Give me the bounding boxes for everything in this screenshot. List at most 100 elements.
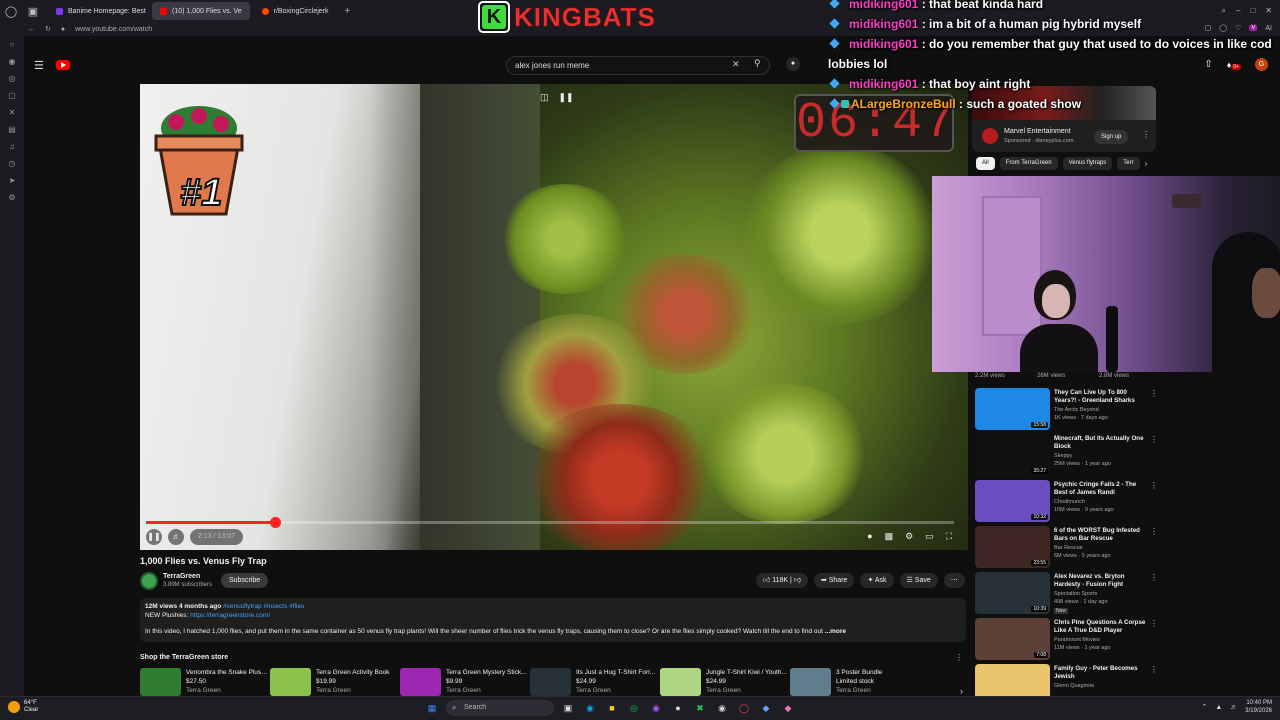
subscribe-button[interactable]: Subscribe (221, 573, 269, 588)
edge-icon[interactable]: ◉ (582, 700, 598, 716)
menu-icon[interactable]: ☰ (34, 59, 44, 72)
taskbar-search[interactable]: Search (446, 700, 554, 716)
fullscreen-icon[interactable]: ⛶ (946, 531, 952, 542)
rec-thumbnail[interactable]: 7:08 (975, 618, 1050, 660)
hashtags[interactable]: #venusflytrap #insects #flies (223, 603, 304, 610)
x-icon[interactable]: ✕ (9, 108, 16, 119)
back-icon[interactable]: ← (28, 26, 35, 33)
rec-thumbnail[interactable]: 15:58 (975, 388, 1050, 430)
channel-name[interactable]: TerraGreen (163, 573, 200, 580)
store-link[interactable]: https://terragreenstore.com/ (190, 612, 270, 619)
share-button[interactable]: ➦ Share (813, 573, 855, 588)
rec-thumbnail[interactable]: 35:27 (975, 434, 1050, 476)
rec-title[interactable]: Family Guy - Peter Becomes Jewish (1054, 665, 1148, 681)
url-text[interactable]: www.youtube.com/watch (75, 26, 152, 33)
ad-signup-button[interactable]: Sign up (1094, 130, 1129, 144)
rec-menu-icon[interactable]: ⋮ (1150, 389, 1158, 398)
description-box[interactable]: 12M views 4 months ago #venusflytrap #in… (140, 598, 966, 642)
tab-youtube[interactable]: (10) 1,000 Flies vs. Ve (152, 2, 250, 20)
recommendation-item[interactable]: 7:08 Chris Pine Questions A Corpse Like A… (975, 618, 1165, 664)
recommendation-item[interactable]: 10:39 Alex Nevarez vs. Bryton Hardesty - … (975, 572, 1165, 618)
microphone-icon[interactable]: ● (786, 57, 800, 71)
app-icon[interactable]: ◆ (758, 700, 774, 716)
volume-icon[interactable]: ♬ (168, 529, 184, 545)
search-input[interactable]: alex jones run meme (506, 56, 770, 75)
music-icon[interactable]: ♫ (9, 142, 15, 153)
rec-title[interactable]: Psychic Cringe Fails 2 - The Best of Jam… (1054, 481, 1148, 497)
store-product[interactable]: Terra Green Mystery Stick... $9.99 Terra G… (400, 668, 530, 696)
more-link[interactable]: ...more (825, 628, 846, 635)
tab-reddit[interactable]: r/BoxingCirclejerk (254, 2, 337, 20)
chips-next-icon[interactable]: › (1145, 159, 1148, 168)
store-product[interactable]: Venombra the Snake Plush... $27.50 Terra G… (140, 668, 270, 696)
rec-channel[interactable]: Glenn Quagmire (1054, 683, 1094, 689)
pause-overlay-icon[interactable]: ❚❚ (559, 92, 574, 103)
rec-menu-icon[interactable]: ⋮ (1150, 481, 1158, 490)
rec-title[interactable]: Chris Pine Questions A Corpse Like A Tru… (1054, 619, 1148, 635)
instagram-icon[interactable]: ▢ (8, 91, 16, 102)
clock[interactable]: 10:40 PM 3/19/2026 (1245, 699, 1272, 715)
pause-button[interactable]: ❚❚ (146, 529, 162, 545)
volume-tray-icon[interactable]: ♬ (1230, 704, 1237, 711)
home-icon[interactable]: ○ (10, 40, 15, 51)
new-tab-icon[interactable]: + (345, 6, 351, 17)
task-view-icon[interactable]: ▣ (560, 700, 576, 716)
recommendation-item[interactable]: 23:55 6 of the WORST Bug Infested Bars on… (975, 526, 1165, 572)
rec-menu-icon[interactable]: ⋮ (1150, 435, 1158, 444)
rec-thumbnail[interactable]: 10:39 (975, 572, 1050, 614)
store-product[interactable]: 3 Poster Bundle Limited stock Terra Green (790, 668, 920, 696)
store-product[interactable]: Terra Green Activity Book $19.99 Terra Gre… (270, 668, 400, 696)
clear-search-icon[interactable]: ✕ (732, 59, 740, 70)
store-product[interactable]: Its Just a Hug T-Shirt Forr... $24.99 Terr… (530, 668, 660, 696)
chip-from-channel[interactable]: From TerraGreen (999, 157, 1058, 170)
reload-icon[interactable]: ↻ (45, 25, 51, 33)
channel-avatar[interactable] (140, 572, 158, 590)
rec-channel[interactable]: The Arctic Beyond (1054, 407, 1099, 413)
messenger-icon[interactable]: ◉ (9, 57, 16, 68)
chip-more[interactable]: Terr (1117, 157, 1140, 170)
theater-mode-icon[interactable]: ▭ (925, 531, 934, 542)
rec-channel[interactable]: Spectation Sports (1054, 591, 1097, 597)
store-next-icon[interactable]: › (960, 686, 963, 696)
weather-widget[interactable]: 64°F Clear (8, 700, 38, 714)
video-player[interactable]: #1 06:47 ◫ ❚❚ ❚❚ ♬ 2:13 / 13:07 ● ▩ ⚙ ▭ … (140, 84, 968, 550)
save-button[interactable]: ☰ Save (899, 573, 938, 588)
rec-title[interactable]: They Can Live Up To 800 Years?! - Greenl… (1054, 389, 1148, 405)
rec-menu-icon[interactable]: ⋮ (1150, 619, 1158, 628)
chip-all[interactable]: All (976, 157, 995, 170)
app-icon[interactable]: ◆ (780, 700, 796, 716)
rec-title[interactable]: Minecraft, But Its Actually One Block (1054, 435, 1148, 451)
tray-chevron-icon[interactable]: ⌃ (1201, 703, 1207, 711)
recommendation-item[interactable]: 35:27 Minecraft, But Its Actually One Blo… (975, 434, 1165, 480)
recommendation-item[interactable]: 10:32 Psychic Cringe Fails 2 - The Best o… (975, 480, 1165, 526)
settings-icon[interactable]: ⚙ (8, 193, 15, 204)
twitch-icon[interactable]: ▤ (8, 125, 16, 136)
search-icon[interactable]: ⚲ (754, 58, 761, 69)
rec-menu-icon[interactable]: ⋮ (1150, 665, 1158, 674)
opera-icon[interactable]: ◯ (736, 700, 752, 716)
rec-title[interactable]: Alex Nevarez vs. Bryton Hardesty - Fusio… (1054, 573, 1148, 589)
rec-channel[interactable]: Skeppy (1054, 453, 1072, 459)
ad-menu-icon[interactable]: ⋮ (1142, 130, 1150, 139)
store-menu-icon[interactable]: ⋮ (955, 653, 963, 662)
history-icon[interactable]: ◷ (9, 159, 16, 170)
rec-channel[interactable]: Bar Rescue (1054, 545, 1083, 551)
rec-title[interactable]: 6 of the WORST Bug Infested Bars on Bar … (1054, 527, 1148, 543)
recommendation-item[interactable]: 15:58 They Can Live Up To 800 Years?! - G… (975, 388, 1165, 434)
rec-channel[interactable]: Paramount Movies (1054, 637, 1100, 643)
discord-icon[interactable]: ◉ (648, 700, 664, 716)
whatsapp-icon[interactable]: ◎ (9, 74, 16, 85)
like-button[interactable]: 👍︎ 118K | 👎︎ (756, 573, 808, 588)
chrome-icon[interactable]: ◎ (626, 700, 642, 716)
more-actions-button[interactable]: ⋯ (943, 573, 965, 588)
rec-menu-icon[interactable]: ⋮ (1150, 527, 1158, 536)
captions-icon[interactable]: ▩ (885, 531, 894, 542)
settings-gear-icon[interactable]: ⚙ (905, 531, 913, 542)
file-explorer-icon[interactable]: ■ (604, 700, 620, 716)
tab-switcher-icon[interactable]: ▣ (22, 0, 44, 22)
rec-channel[interactable]: Chodimunch (1054, 499, 1085, 505)
rec-thumbnail[interactable]: 10:32 (975, 480, 1050, 522)
progress-bar[interactable] (146, 517, 954, 528)
obs-icon[interactable]: ● (670, 700, 686, 716)
store-product[interactable]: Jungle T-Shirt Kiwi / Youth... $24.99 Terr… (660, 668, 790, 696)
